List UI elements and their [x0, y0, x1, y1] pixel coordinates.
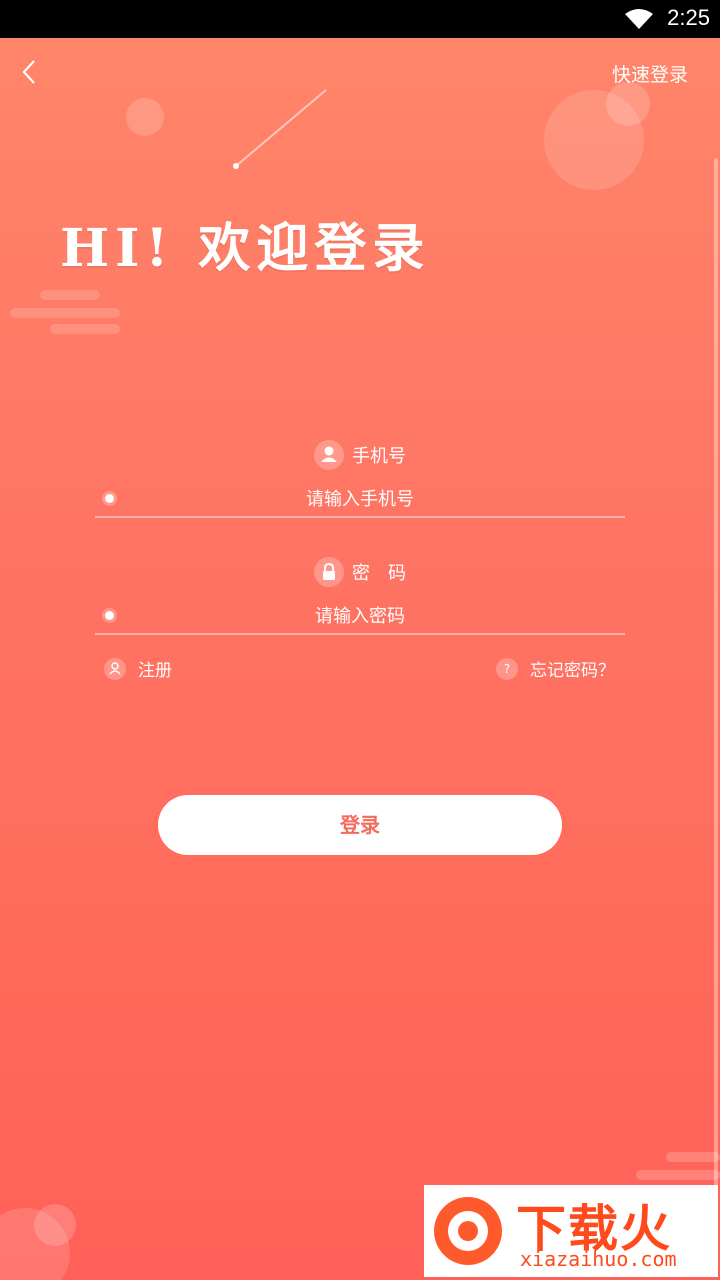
cloud-decoration: [10, 290, 120, 334]
bubble-decoration: [34, 1204, 76, 1246]
welcome-headline: HI! 欢迎登录: [60, 218, 431, 279]
watermark-logo: 下载火 xiazaihuo.com: [424, 1185, 718, 1277]
logo-core: [458, 1221, 478, 1241]
person-icon: [104, 657, 126, 680]
bubble-decoration: [126, 98, 164, 136]
phone-input-row: [95, 482, 625, 518]
password-label: 密 码: [0, 557, 720, 587]
forgot-password-link[interactable]: ? 忘记密码？: [496, 656, 615, 686]
bubble-decoration: [606, 82, 650, 126]
login-screen: 快速登录 HI! 欢迎登录 手机号 密 码: [0, 38, 720, 1280]
lock-icon: [314, 557, 344, 587]
chevron-left-icon: [22, 60, 35, 84]
login-button[interactable]: 登录: [158, 795, 562, 855]
password-input-row: [95, 599, 625, 635]
back-button[interactable]: [18, 58, 42, 86]
quick-login-link[interactable]: 快速登录: [612, 60, 688, 87]
phone-label: 手机号: [0, 440, 720, 470]
status-time: 2:25: [667, 5, 710, 30]
password-input[interactable]: [95, 599, 625, 633]
question-icon: ?: [496, 657, 518, 680]
register-link[interactable]: 注册: [104, 656, 172, 686]
cloud-decoration: [636, 1152, 720, 1180]
wifi-icon: [625, 9, 653, 29]
input-underline: [95, 516, 625, 518]
input-underline: [95, 633, 625, 635]
user-icon: [314, 440, 344, 470]
shooting-star-decoration: [233, 89, 327, 169]
status-bar: 2:25: [0, 0, 720, 38]
scrollbar[interactable]: [714, 158, 718, 1238]
phone-input[interactable]: [95, 482, 625, 516]
watermark-domain: xiazaihuo.com: [520, 1247, 677, 1271]
